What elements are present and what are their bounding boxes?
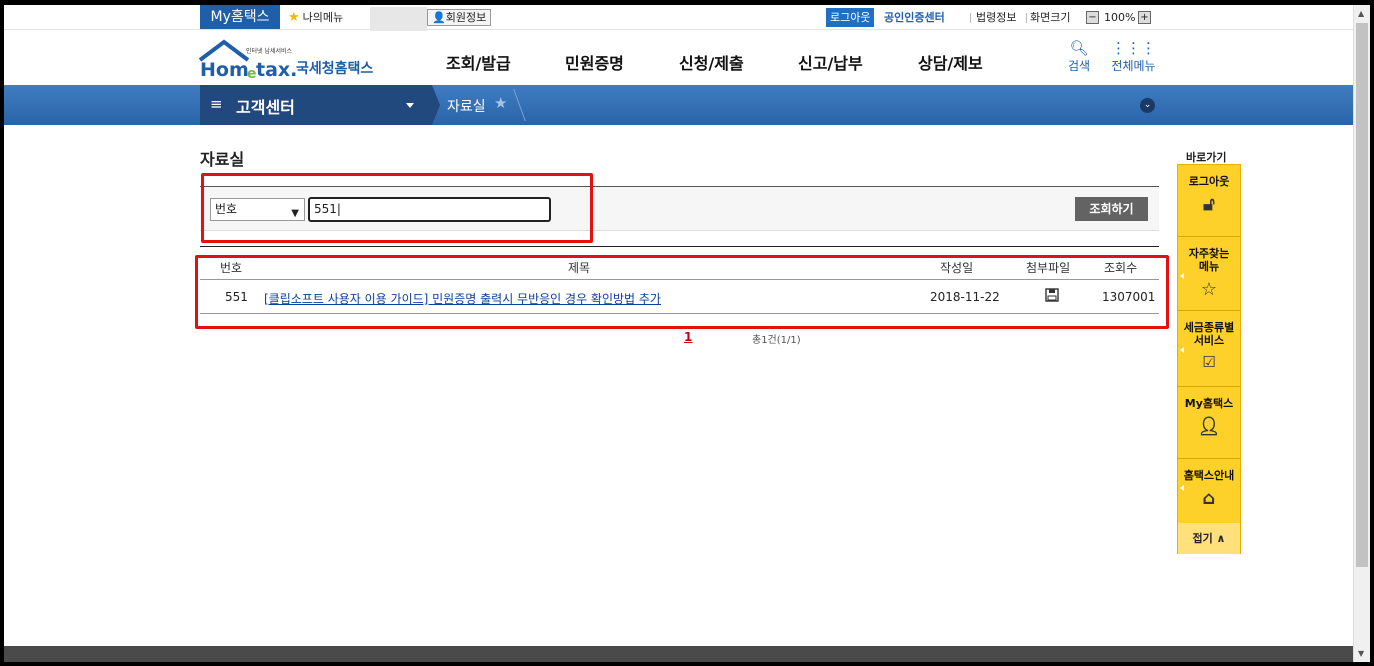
scroll-up-icon[interactable]: ▲ xyxy=(1358,9,1364,18)
quick-my-hometax[interactable]: My홈택스 👤︎ xyxy=(1178,387,1240,459)
logout-button[interactable]: 로그아웃 xyxy=(826,8,875,27)
hometax-logo[interactable]: Hom e tax. 인터넷 납세서비스 국세청홈택스 xyxy=(198,38,388,82)
user-icon: 👤︎ xyxy=(1197,416,1221,437)
breadcrumb-arrow xyxy=(432,85,440,125)
scroll-thumb[interactable] xyxy=(1356,23,1368,567)
triangle-icon xyxy=(1180,273,1184,279)
redacted-user-area xyxy=(370,7,427,32)
divider xyxy=(1026,13,1027,23)
top-utility-bar: My홈택스 ★ 나의메뉴 👤회원정보 로그아웃 공인인증센터 법령정보 화면크기 … xyxy=(4,5,1353,32)
gnb-application[interactable]: 신청/제출 xyxy=(679,50,744,74)
quick-menu-title: 바로가기 xyxy=(1186,151,1227,164)
search-icon: 🔍︎ xyxy=(1069,39,1089,57)
svg-text:tax.: tax. xyxy=(256,59,297,81)
quick-tax-service[interactable]: 세금종류별 서비스 ☑ xyxy=(1178,311,1240,387)
star-icon: ★ xyxy=(288,10,300,25)
quick-menu-collapse-button[interactable]: 접기 ∧ xyxy=(1178,523,1240,554)
site-header: Hom e tax. 인터넷 납세서비스 국세청홈택스 조회/발급 민원증명 신… xyxy=(4,31,1353,85)
svg-text:Hom: Hom xyxy=(200,59,249,81)
quick-item-label: 홈택스안내 xyxy=(1183,469,1235,482)
chevron-down-icon[interactable]: ⌄ xyxy=(1140,98,1155,113)
page-title: 자료실 xyxy=(200,150,245,169)
screen-size-label: 화면크기 xyxy=(1030,11,1071,24)
my-menu-link[interactable]: ★ 나의메뉴 xyxy=(288,9,343,26)
header-search-label: 검색 xyxy=(1068,59,1091,73)
star-icon: ☆ xyxy=(1200,279,1218,300)
gnb-consult[interactable]: 상담/제보 xyxy=(918,50,983,74)
quick-item-label: 자주찾는 메뉴 xyxy=(1188,247,1230,273)
zoom-in-button[interactable]: + xyxy=(1138,11,1151,24)
zoom-out-button[interactable]: − xyxy=(1086,11,1099,24)
quick-menu: 로그아웃 🔓︎ 자주찾는 메뉴 ☆ 세금종류별 서비스 ☑ My홈택스 👤︎ 홈… xyxy=(1177,164,1241,554)
person-icon: 👤 xyxy=(432,11,446,24)
logo-house-icon: Hom e tax. xyxy=(198,39,297,82)
checkbox-icon: ☑ xyxy=(1202,353,1216,371)
annotation-box-search xyxy=(201,173,593,243)
quick-hometax-guide[interactable]: 홈택스안내 ⌂ xyxy=(1178,459,1240,523)
section-title: 고객센터 xyxy=(236,98,295,117)
header-search-button[interactable]: 🔍︎ 검색 xyxy=(1068,39,1090,74)
scroll-down-icon[interactable]: ▼ xyxy=(1358,649,1364,658)
quick-favorites[interactable]: 자주찾는 메뉴 ☆ xyxy=(1178,237,1240,311)
house-icon: ⌂ xyxy=(1202,488,1216,509)
logo-tagline: 인터넷 납세서비스 xyxy=(246,48,293,55)
triangle-icon xyxy=(1180,485,1184,491)
total-count: 총1건(1/1) xyxy=(752,335,801,346)
browser-viewport: My홈택스 ★ 나의메뉴 👤회원정보 로그아웃 공인인증센터 법령정보 화면크기 … xyxy=(4,5,1370,662)
gnb-report-payment[interactable]: 신고/납부 xyxy=(798,50,863,74)
quick-item-label: My홈택스 xyxy=(1184,397,1234,410)
all-menu-label: 전체메뉴 xyxy=(1111,59,1156,73)
my-menu-label: 나의메뉴 xyxy=(302,11,344,24)
cert-center-link[interactable]: 공인인증센터 xyxy=(884,8,945,27)
law-info-link[interactable]: 법령정보 xyxy=(976,8,1016,27)
gnb-certificate[interactable]: 민원증명 xyxy=(565,50,624,74)
annotation-box-result xyxy=(195,255,1169,329)
quick-item-label: 세금종류별 서비스 xyxy=(1183,321,1235,347)
gnb-inquiry[interactable]: 조회/발급 xyxy=(446,50,511,74)
section-dropdown[interactable]: ≡ 고객센터 xyxy=(200,85,432,125)
page-number-current[interactable]: 1 xyxy=(684,330,692,344)
hamburger-icon: ≡ xyxy=(210,95,223,113)
footer-strip xyxy=(4,646,1353,662)
section-nav-bar: ≡ 고객센터 자료실 ★ ⌄ xyxy=(4,85,1353,125)
search-button[interactable]: 조회하기 xyxy=(1075,197,1148,221)
unlock-icon: 🔓︎ xyxy=(1203,194,1215,215)
breadcrumb-current[interactable]: 자료실 xyxy=(447,96,486,116)
quick-logout[interactable]: 로그아웃 🔓︎ xyxy=(1178,165,1240,237)
logo-name: 국세청홈택스 xyxy=(296,61,374,77)
my-hometax-tab[interactable]: My홈택스 xyxy=(200,5,280,29)
quick-item-label: 로그아웃 xyxy=(1188,175,1230,188)
favorite-star-icon[interactable]: ★ xyxy=(494,94,507,112)
all-menu-button[interactable]: ⋮⋮⋮ 전체메뉴 xyxy=(1111,39,1156,74)
caret-down-icon xyxy=(406,103,414,108)
vertical-scrollbar[interactable]: ▲ ▼ xyxy=(1353,5,1370,662)
grid-icon: ⋮⋮⋮ xyxy=(1111,39,1156,57)
member-info-button[interactable]: 👤회원정보 xyxy=(427,9,492,26)
divider xyxy=(970,13,971,23)
zoom-level: 100% xyxy=(1104,11,1136,24)
member-info-label: 회원정보 xyxy=(445,11,487,24)
triangle-icon xyxy=(1180,347,1184,353)
